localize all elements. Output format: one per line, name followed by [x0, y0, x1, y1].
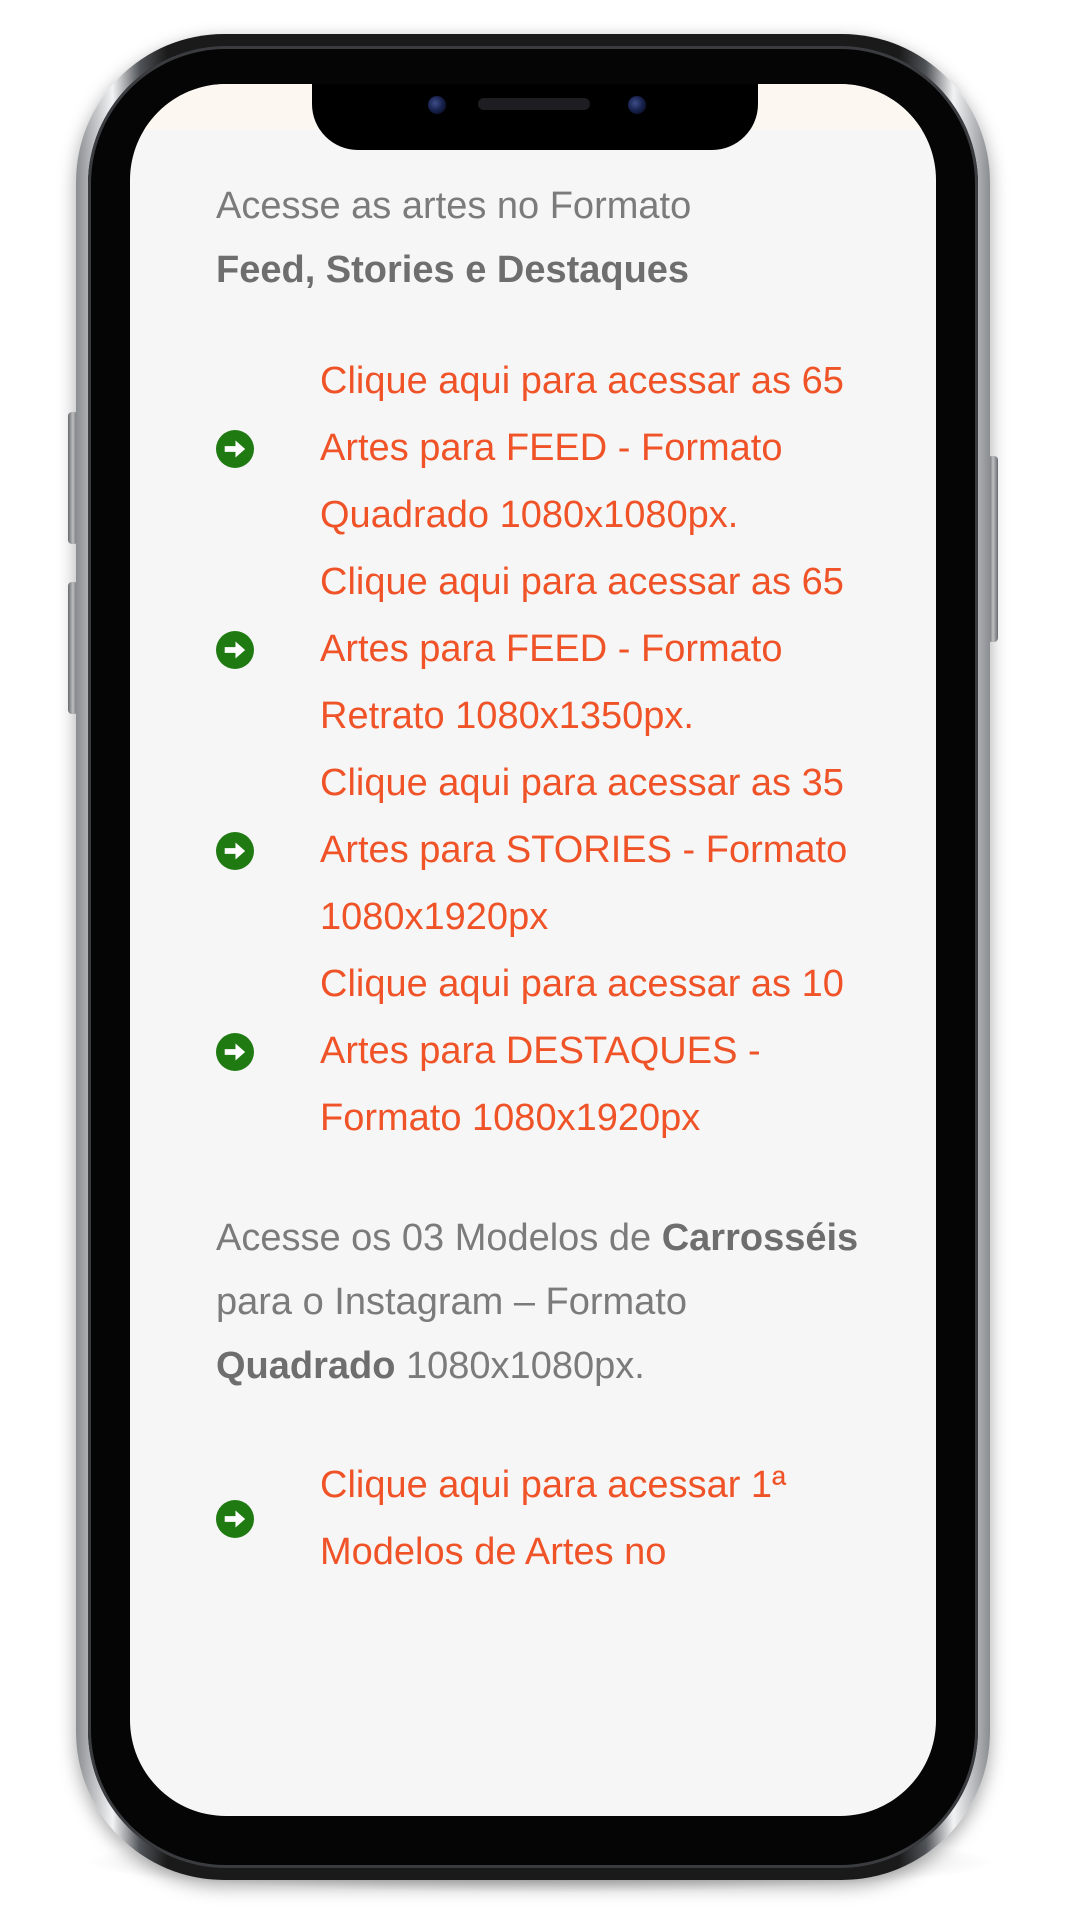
carousel-links-list: Clique aqui para acessar 1ª Modelos de A…: [216, 1452, 866, 1586]
feed-square-link[interactable]: Clique aqui para acessar as 65 Artes par…: [320, 360, 844, 536]
carousel-bold: Carrosséis: [661, 1217, 859, 1259]
carousel-model-link[interactable]: Clique aqui para acessar 1ª Modelos de A…: [320, 1464, 786, 1573]
intro-line: Acesse as artes no Formato: [216, 185, 692, 227]
feed-portrait-link[interactable]: Clique aqui para acessar as 65 Artes par…: [320, 561, 844, 737]
stories-link[interactable]: Clique aqui para acessar as 35 Artes par…: [320, 762, 847, 938]
format-bold: Quadrado: [216, 1345, 396, 1387]
carousel-intro-text: para o Instagram – Formato: [216, 1281, 687, 1323]
camera-icon: [428, 96, 446, 114]
phone-notch: [312, 84, 758, 150]
formats-intro: Acesse as artes no Formato Feed, Stories…: [216, 174, 866, 302]
arrow-circle-right-icon: [216, 429, 254, 468]
list-item: Clique aqui para acessar 1ª Modelos de A…: [216, 1452, 866, 1586]
list-item: Clique aqui para acessar as 65 Artes par…: [216, 348, 866, 549]
phone-screen: Acesse as artes no Formato Feed, Stories…: [130, 84, 936, 1816]
feed-links-list: Clique aqui para acessar as 65 Artes par…: [216, 348, 866, 1152]
arrow-circle-right-icon: [216, 1500, 254, 1538]
arrow-circle-right-icon: [216, 1032, 254, 1071]
sensor-icon: [628, 96, 646, 114]
phone-mockup-stage: Acesse as artes no Formato Feed, Stories…: [0, 0, 1080, 1920]
carousel-intro-text: Acesse os 03 Modelos de: [216, 1217, 662, 1259]
list-item: Clique aqui para acessar as 35 Artes par…: [216, 750, 866, 951]
arrow-circle-right-icon: [216, 831, 254, 870]
list-item: Clique aqui para acessar as 10 Artes par…: [216, 951, 866, 1152]
list-item: Clique aqui para acessar as 65 Artes par…: [216, 549, 866, 750]
intro-bold-line: Feed, Stories e Destaques: [216, 249, 690, 291]
speaker-grille: [478, 98, 590, 110]
arrow-circle-right-icon: [216, 630, 254, 669]
page-content: Acesse as artes no Formato Feed, Stories…: [216, 174, 866, 1586]
carousel-intro-text: 1080x1080px.: [395, 1345, 645, 1387]
highlights-link[interactable]: Clique aqui para acessar as 10 Artes par…: [320, 963, 844, 1139]
carousel-intro: Acesse os 03 Modelos de Carrosséis para …: [216, 1206, 866, 1398]
